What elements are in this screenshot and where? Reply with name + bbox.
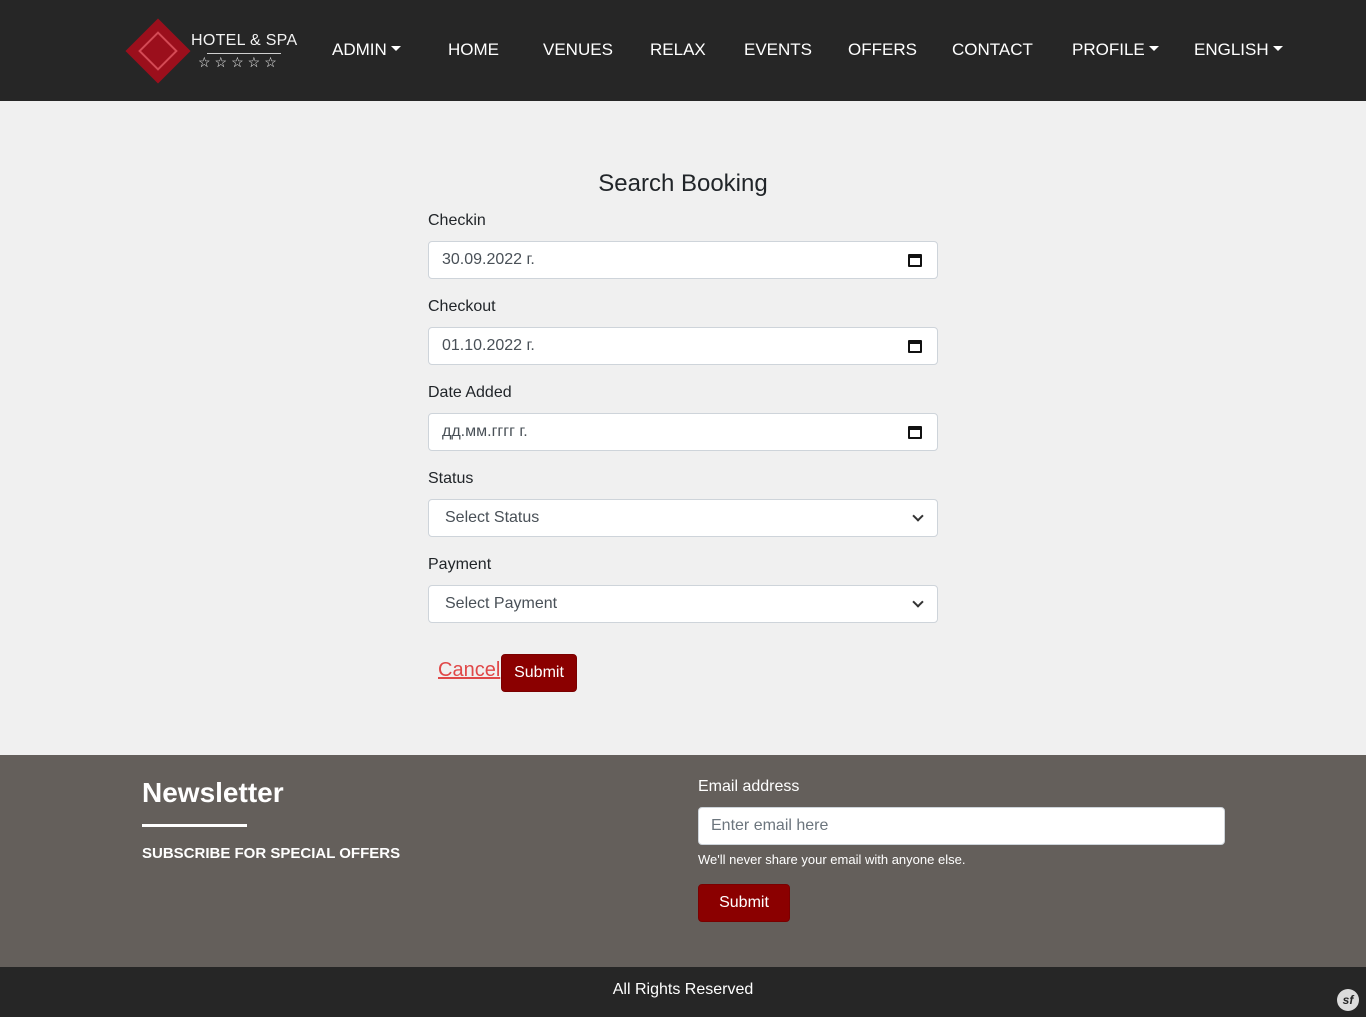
payment-selected-value: Select Payment	[445, 595, 558, 612]
status-label: Status	[428, 470, 474, 487]
checkout-value: 01.10.2022 г.	[442, 337, 535, 354]
payment-select[interactable]: Select Payment	[428, 585, 938, 623]
date-added-label: Date Added	[428, 384, 512, 401]
nav-profile-dropdown[interactable]: PROFILE	[1072, 40, 1159, 60]
caret-down-icon	[390, 46, 401, 51]
newsletter-title: Newsletter	[142, 777, 284, 808]
symfony-toolbar-icon[interactable]: sf	[1337, 989, 1359, 1011]
checkout-date-input[interactable]: 01.10.2022 г.	[428, 327, 938, 365]
newsletter-subtitle: SUBSCRIBE FOR SPECIAL OFFERS	[142, 845, 401, 862]
copyright-text: All Rights Reserved	[612, 981, 754, 998]
nav-contact[interactable]: CONTACT	[952, 40, 1033, 60]
newsletter-divider	[142, 824, 247, 827]
page-title: Search Booking	[598, 170, 768, 197]
chevron-down-icon	[912, 596, 924, 608]
hotel-logo[interactable]: HOTEL & SPA ☆☆☆☆☆	[125, 18, 299, 84]
calendar-icon[interactable]	[908, 253, 922, 267]
nav-admin-dropdown[interactable]: ADMIN	[332, 40, 401, 60]
footer-bar: All Rights Reserved sf	[0, 967, 1366, 1017]
nav-relax[interactable]: RELAX	[650, 40, 706, 60]
date-added-value: дд.мм.гггг г.	[442, 423, 528, 440]
nav-offers[interactable]: OFFERS	[848, 40, 917, 60]
date-added-input[interactable]: дд.мм.гггг г.	[428, 413, 938, 451]
newsletter-email-input[interactable]: Enter email here	[698, 807, 1225, 845]
email-help-text: We'll never share your email with anyone…	[698, 852, 966, 867]
newsletter-submit-button[interactable]: Submit	[698, 884, 790, 922]
nav-language-dropdown[interactable]: ENGLISH	[1194, 40, 1283, 60]
status-select[interactable]: Select Status	[428, 499, 938, 537]
caret-down-icon	[1272, 46, 1283, 51]
nav-venues[interactable]: VENUES	[543, 40, 613, 60]
top-navbar: HOTEL & SPA ☆☆☆☆☆ ADMIN HOME VENUES RELA…	[0, 0, 1366, 101]
newsletter-section: Newsletter SUBSCRIBE FOR SPECIAL OFFERS …	[0, 755, 1366, 967]
logo-text: HOTEL & SPA	[191, 32, 298, 49]
calendar-icon[interactable]	[908, 339, 922, 353]
payment-label: Payment	[428, 556, 492, 573]
checkin-value: 30.09.2022 г.	[442, 251, 535, 268]
search-submit-button[interactable]: Submit	[501, 654, 577, 692]
status-selected-value: Select Status	[445, 509, 540, 526]
chevron-down-icon	[912, 510, 924, 522]
logo-stars-icon: ☆☆☆☆☆	[198, 54, 281, 70]
calendar-icon[interactable]	[908, 425, 922, 439]
cancel-link[interactable]: Cancel	[438, 659, 500, 682]
nav-home[interactable]: HOME	[448, 40, 499, 60]
checkout-label: Checkout	[428, 298, 496, 315]
nav-events[interactable]: EVENTS	[744, 40, 812, 60]
checkin-date-input[interactable]: 30.09.2022 г.	[428, 241, 938, 279]
caret-down-icon	[1148, 46, 1159, 51]
email-label: Email address	[698, 778, 800, 795]
checkin-label: Checkin	[428, 212, 486, 229]
